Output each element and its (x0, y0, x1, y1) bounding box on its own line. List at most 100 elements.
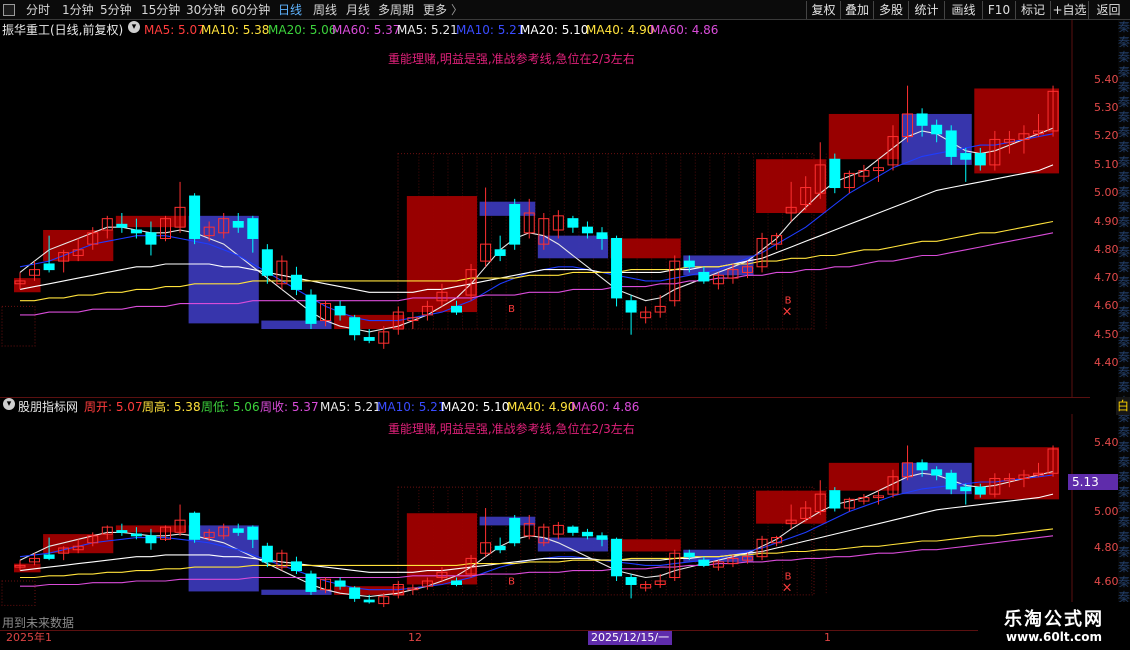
toolbar-button[interactable]: +自选 (1050, 1, 1088, 19)
toolbar-button[interactable]: 多股 (873, 1, 908, 19)
date-axis: 2025年1 12 1 2025/12/15/一 (0, 630, 980, 645)
tab-period[interactable]: 5分钟 (100, 0, 132, 20)
candle-body (145, 232, 157, 245)
date-label: 12 (408, 631, 422, 644)
candle-body (145, 535, 157, 544)
price-axis-label: 4.70 (1094, 271, 1119, 284)
projection-zone (1, 580, 36, 606)
candle-body (829, 158, 841, 189)
projection-zone (1, 305, 36, 347)
tab-period[interactable]: 多周期 (378, 0, 414, 20)
candle-body (916, 462, 928, 471)
tab-period[interactable]: 15分钟 (141, 0, 180, 20)
candle-body (698, 559, 710, 566)
moving-average-line (19, 164, 1054, 293)
candle-body (494, 545, 506, 551)
tab-period[interactable]: 日线 (278, 0, 302, 20)
period-toolbar: 分时 1分钟 5分钟 15分钟 30分钟 60分钟 日线 周线 月线 多周期 更多〉 复权 叠加 多股统… (0, 0, 1130, 20)
candle-body (334, 580, 346, 587)
candle-body (611, 538, 623, 577)
candle-body (232, 221, 244, 228)
side-panel-text: 秦秦秦秦秦秦秦秦秦秦秦秦秦秦秦秦秦秦秦秦秦秦秦秦秦秦秦秦秦秦秦秦秦秦秦秦秦秦秦秦 (1118, 20, 1130, 619)
price-axis-label: 4.80 (1094, 541, 1119, 554)
tab-period[interactable]: 30分钟 (186, 0, 225, 20)
candle-body (960, 486, 972, 492)
candle-body (683, 260, 695, 268)
watermark-title: 乐淘公式网 (1004, 609, 1104, 630)
candle-body (625, 577, 637, 585)
candle-body (960, 153, 972, 160)
candle-body (916, 113, 928, 126)
candle-body (931, 124, 943, 135)
price-axis-label: 4.50 (1094, 328, 1119, 341)
moving-average-line (20, 220, 1054, 302)
main-candlestick-chart[interactable]: B×B (0, 20, 1118, 398)
selected-date: 2025/12/15/一 (588, 631, 673, 645)
price-axis-label: 4.90 (1094, 215, 1119, 228)
tab-period[interactable]: 更多 (423, 0, 447, 20)
future-data-label: 用到未来数据 (2, 616, 75, 630)
sub-candlestick-chart[interactable]: B×B (0, 414, 1118, 610)
price-axis-label: 4.80 (1094, 243, 1119, 256)
toolbar-button[interactable]: 叠加 (840, 1, 873, 19)
candle-body (349, 587, 361, 599)
tab-period[interactable]: 月线 (346, 0, 370, 20)
candle-body (596, 232, 608, 239)
price-axis-label: 5.40 (1094, 73, 1119, 86)
toolbar-button[interactable]: 统计 (908, 1, 944, 19)
candle-body (596, 535, 608, 540)
candle-body (305, 294, 317, 324)
window-menu-icon[interactable] (3, 4, 15, 16)
tab-period[interactable]: 1分钟 (62, 0, 94, 20)
weekly-box (14, 278, 41, 293)
watermark: 乐淘公式网 www.60lt.com (978, 602, 1130, 650)
candle-body (698, 271, 710, 282)
candle-body (451, 580, 462, 585)
candle-body (625, 300, 637, 313)
more-arrow-icon[interactable]: 〉 (451, 0, 463, 20)
toolbar-button[interactable]: 复权 (806, 1, 840, 19)
candle-body (494, 249, 506, 256)
weekly-box (261, 589, 332, 595)
tab-period[interactable]: 60分钟 (231, 0, 270, 20)
candle-body (116, 530, 128, 533)
moving-average-line (19, 493, 1054, 573)
candle-body (931, 469, 943, 476)
candle-body (290, 274, 302, 290)
price-axis-label: 4.60 (1094, 299, 1119, 312)
candle-body (247, 526, 259, 540)
weekly-box (261, 320, 332, 330)
weekly-box (479, 201, 536, 216)
candle-body (829, 490, 841, 509)
candle-body (974, 486, 986, 495)
watermark-url: www.60lt.com (1005, 630, 1103, 644)
toolbar-button[interactable]: 返回 (1088, 1, 1128, 19)
candle-body (451, 305, 462, 313)
candle-body (130, 229, 142, 234)
tab-period[interactable]: 周线 (313, 0, 337, 20)
date-label: 2025年1 (6, 631, 52, 644)
candle-body (509, 517, 521, 544)
toolbar-button[interactable]: F10 (982, 1, 1015, 19)
bottom-area: 用到未来数据 2025年1 12 1 2025/12/15/一 (0, 612, 1130, 650)
toolbar-button[interactable]: 标记 (1015, 1, 1050, 19)
candle-body (509, 204, 521, 245)
tab-period[interactable]: 分时 (26, 0, 50, 20)
candle-body (349, 317, 361, 336)
candle-body (567, 526, 579, 533)
candle-body (334, 305, 346, 316)
moving-average-line (20, 232, 1054, 316)
price-axis-label: 5.40 (1094, 436, 1119, 449)
side-panel-strip[interactable]: 秦秦秦秦秦秦秦秦秦秦秦秦秦秦秦秦秦秦秦秦秦秦秦秦秦秦秦秦秦秦秦秦秦秦秦秦秦秦秦秦 (1118, 20, 1130, 620)
candle-body (611, 237, 623, 299)
price-axis-label: 5.30 (1094, 101, 1119, 114)
price-axis-label: 5.00 (1094, 505, 1119, 518)
side-panel-tag[interactable]: 白 (1116, 397, 1130, 415)
price-axis-label: 5.20 (1094, 129, 1119, 142)
candle-body (305, 573, 317, 592)
chevron-down-icon[interactable]: ▾ (3, 398, 15, 410)
signal-cross-icon: × (782, 305, 793, 320)
toolbar-button[interactable]: 画线 (944, 1, 982, 19)
candle-body (261, 545, 273, 563)
candle-body (581, 226, 593, 234)
